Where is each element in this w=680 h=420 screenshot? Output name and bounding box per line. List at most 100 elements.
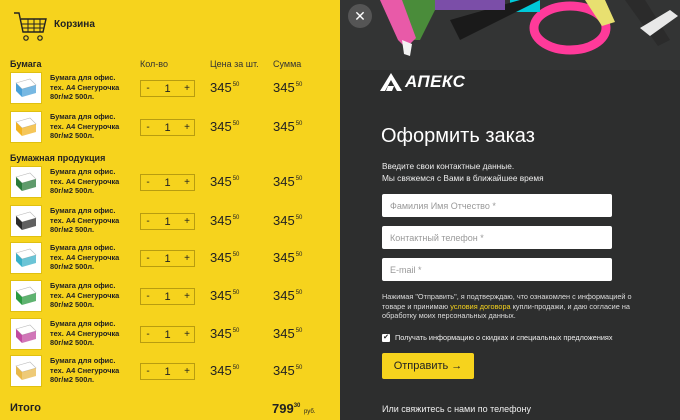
line-sum: 34550 <box>273 250 302 265</box>
close-button[interactable]: ✕ <box>348 4 372 28</box>
decrease-quantity-button[interactable]: - <box>141 253 155 264</box>
increase-quantity-button[interactable]: + <box>180 253 194 264</box>
contact-phone-text: Или свяжитесь с нами по телефону <box>382 404 532 414</box>
product-name[interactable]: Бумага для офис. тех. А4 Снегурочка 80г/… <box>50 73 130 102</box>
quantity-value[interactable]: 1 <box>155 291 180 303</box>
line-sum: 34550 <box>273 288 302 303</box>
line-sum-cents: 50 <box>295 328 303 334</box>
total-currency: руб. <box>304 409 316 415</box>
quantity-stepper: -1 + <box>140 363 195 380</box>
line-sum-value: 345 <box>273 119 295 134</box>
cart-row: Бумага для офис. тех. А4 Снегурочка 80г/… <box>0 242 340 274</box>
product-name[interactable]: Бумага для офис. тех. А4 Снегурочка 80г/… <box>50 243 130 272</box>
decrease-quantity-button[interactable]: - <box>141 216 155 227</box>
total-label: Итого <box>10 402 42 414</box>
line-sum: 34550 <box>273 363 302 378</box>
consent-text: Нажимая "Отправить", я подтверждаю, что … <box>382 292 652 321</box>
quantity-stepper: -1 + <box>140 174 195 191</box>
phone-field[interactable] <box>382 226 612 249</box>
decrease-quantity-button[interactable]: - <box>141 366 155 377</box>
paper-product-icon <box>15 211 37 230</box>
cart-row: Бумага для офис. тех. А4 Снегурочка 80г/… <box>0 318 340 350</box>
unit-price: 34550 <box>210 174 239 189</box>
quantity-stepper: -1 + <box>140 250 195 267</box>
unit-price-cents: 50 <box>232 328 240 334</box>
paper-product-icon <box>15 78 37 97</box>
submit-button[interactable]: Отправить → <box>382 353 474 379</box>
quantity-value[interactable]: 1 <box>155 216 180 228</box>
decrease-quantity-button[interactable]: - <box>141 83 155 94</box>
paper-product-icon <box>15 172 37 191</box>
decrease-quantity-button[interactable]: - <box>141 177 155 188</box>
increase-quantity-button[interactable]: + <box>180 216 194 227</box>
quantity-stepper: -1 + <box>140 119 195 136</box>
column-header-qty: Кол-во <box>140 59 168 69</box>
increase-quantity-button[interactable]: + <box>180 366 194 377</box>
quantity-value[interactable]: 1 <box>155 83 180 95</box>
cart-panel: Корзина Бумага Кол-во Цена за шт. Сумма … <box>0 0 340 420</box>
product-name[interactable]: Бумага для офис. тех. А4 Снегурочка 80г/… <box>50 281 130 310</box>
quantity-value[interactable]: 1 <box>155 253 180 265</box>
product-thumbnail[interactable] <box>10 355 42 387</box>
product-thumbnail[interactable] <box>10 205 42 237</box>
unit-price-cents: 50 <box>232 215 240 221</box>
logo-text: АПЕКС <box>405 72 466 91</box>
line-sum-value: 345 <box>273 288 295 303</box>
quantity-value[interactable]: 1 <box>155 122 180 134</box>
line-sum-cents: 50 <box>295 215 303 221</box>
decrease-quantity-button[interactable]: - <box>141 122 155 133</box>
paper-product-icon <box>15 248 37 267</box>
increase-quantity-button[interactable]: + <box>180 177 194 188</box>
product-thumbnail[interactable] <box>10 72 42 104</box>
increase-quantity-button[interactable]: + <box>180 83 194 94</box>
checkbox-icon[interactable]: ✔ <box>382 333 390 342</box>
line-sum-value: 345 <box>273 250 295 265</box>
close-icon: ✕ <box>354 7 366 24</box>
quantity-value[interactable]: 1 <box>155 366 180 378</box>
product-thumbnail[interactable] <box>10 318 42 350</box>
cart-row: Бумага для офис. тех. А4 Снегурочка 80г/… <box>0 111 340 143</box>
line-sum-value: 345 <box>273 213 295 228</box>
paper-product-icon <box>15 286 37 305</box>
product-thumbnail[interactable] <box>10 280 42 312</box>
increase-quantity-button[interactable]: + <box>180 291 194 302</box>
line-sum-cents: 50 <box>295 176 303 182</box>
product-thumbnail[interactable] <box>10 111 42 143</box>
subtitle-line: Мы свяжемся с Вами в ближайшее время <box>382 173 544 183</box>
line-sum-value: 345 <box>273 80 295 95</box>
stationery-decor-image <box>340 0 680 70</box>
name-field[interactable] <box>382 194 612 217</box>
product-name[interactable]: Бумага для офис. тех. А4 Снегурочка 80г/… <box>50 319 130 348</box>
quantity-value[interactable]: 1 <box>155 329 180 341</box>
quantity-value[interactable]: 1 <box>155 177 180 189</box>
column-header-sum: Сумма <box>273 59 302 69</box>
product-thumbnail[interactable] <box>10 242 42 274</box>
cart-row: Бумага для офис. тех. А4 Снегурочка 80г/… <box>0 205 340 237</box>
product-name[interactable]: Бумага для офис. тех. А4 Снегурочка 80г/… <box>50 112 130 141</box>
contract-terms-link[interactable]: условия договора <box>450 302 510 311</box>
product-thumbnail[interactable] <box>10 166 42 198</box>
cart-row: Бумага для офис. тех. А4 Снегурочка 80г/… <box>0 72 340 104</box>
line-sum-cents: 50 <box>295 121 303 127</box>
unit-price-cents: 50 <box>232 176 240 182</box>
unit-price-cents: 50 <box>232 290 240 296</box>
cart-row: Бумага для офис. тех. А4 Снегурочка 80г/… <box>0 280 340 312</box>
increase-quantity-button[interactable]: + <box>180 329 194 340</box>
quantity-stepper: -1 + <box>140 80 195 97</box>
product-name[interactable]: Бумага для офис. тех. А4 Снегурочка 80г/… <box>50 356 130 385</box>
total-amount: 799 <box>272 401 294 416</box>
decrease-quantity-button[interactable]: - <box>141 291 155 302</box>
newsletter-checkbox[interactable]: ✔ Получать информацию о скидках и специа… <box>382 333 613 342</box>
cart-header: Корзина <box>12 10 95 44</box>
cart-row: Бумага для офис. тех. А4 Снегурочка 80г/… <box>0 355 340 387</box>
line-sum-value: 345 <box>273 174 295 189</box>
line-sum: 34550 <box>273 213 302 228</box>
decrease-quantity-button[interactable]: - <box>141 329 155 340</box>
unit-price-cents: 50 <box>232 365 240 371</box>
quantity-stepper: -1 + <box>140 213 195 230</box>
product-name[interactable]: Бумага для офис. тех. А4 Снегурочка 80г/… <box>50 206 130 235</box>
unit-price: 34550 <box>210 213 239 228</box>
product-name[interactable]: Бумага для офис. тех. А4 Снегурочка 80г/… <box>50 167 130 196</box>
email-field[interactable] <box>382 258 612 281</box>
increase-quantity-button[interactable]: + <box>180 122 194 133</box>
